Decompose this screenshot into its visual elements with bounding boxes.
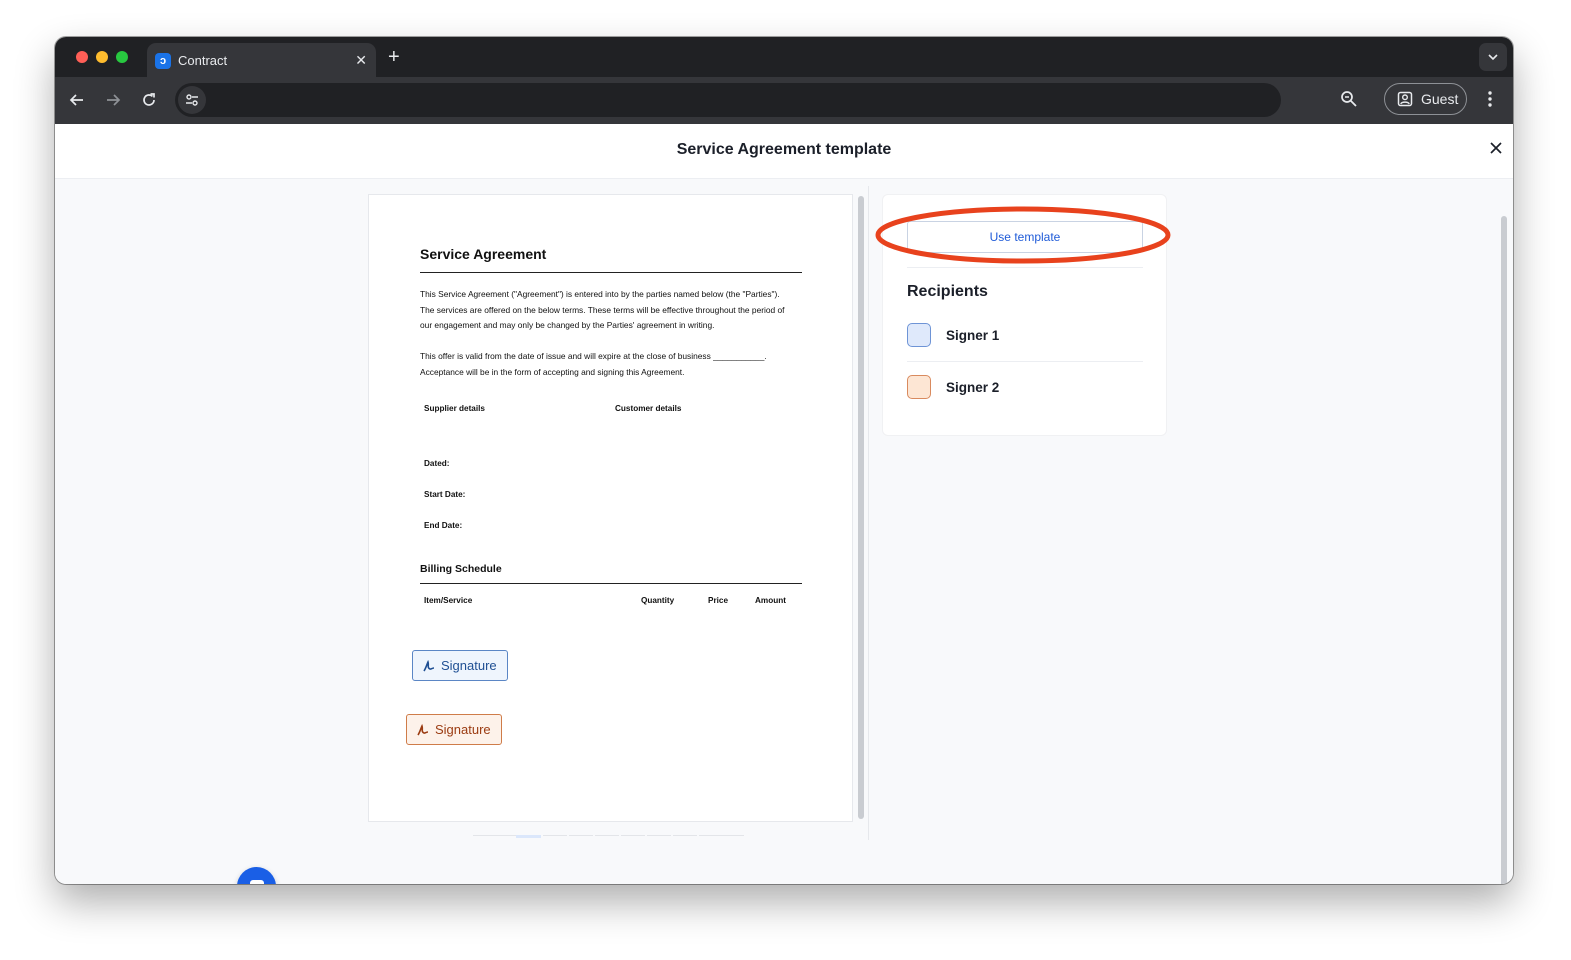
browser-toolbar: Guest: [55, 77, 1513, 124]
signature-field-signer-1[interactable]: Signature: [412, 650, 508, 681]
close-window-button[interactable]: [76, 51, 88, 63]
tab-title: Contract: [178, 53, 228, 68]
page-thumbnail[interactable]: [647, 835, 671, 840]
arrow-right-icon: [107, 94, 121, 106]
more-vert-icon[interactable]: [1483, 89, 1497, 109]
highlight-ellipse-annotation: [875, 206, 1171, 264]
start-date-label: Start Date:: [424, 490, 466, 499]
profile-label: Guest: [1421, 91, 1459, 107]
column-price: Price: [708, 596, 729, 605]
chat-icon: [249, 879, 264, 884]
site-info-button[interactable]: [178, 86, 206, 114]
dated-label: Dated:: [424, 459, 450, 468]
chevron-down-icon: [1488, 54, 1498, 61]
modal-title: Service Agreement template: [676, 141, 892, 158]
browser-tab-contract[interactable]: ɔ Contract ✕: [147, 43, 376, 77]
zoom-window-button[interactable]: [116, 51, 128, 63]
signer-color-swatch: [907, 375, 931, 399]
tab-close-icon[interactable]: ✕: [355, 51, 367, 69]
signer-color-swatch: [907, 323, 931, 347]
intro-line: our engagement and may only be changed b…: [420, 320, 715, 331]
end-date-label: End Date:: [424, 521, 463, 530]
signer-name: Signer 2: [946, 380, 1000, 395]
panel-divider: [868, 186, 869, 840]
reload-button[interactable]: [138, 89, 160, 111]
signer-divider: [907, 361, 1143, 362]
document-title: Service Agreement: [420, 246, 547, 262]
document-preview[interactable]: Service Agreement This Service Agreement…: [368, 194, 853, 822]
supplier-details-label: Supplier details: [424, 404, 485, 413]
arrow-left-icon: [69, 94, 83, 106]
forward-button[interactable]: [102, 89, 124, 111]
tab-strip: ɔ Contract ✕ +: [55, 37, 1513, 77]
page-thumbnail[interactable]: [595, 835, 619, 840]
signature-field-signer-2[interactable]: Signature: [406, 714, 502, 745]
tune-icon: [186, 94, 198, 106]
reload-icon: [143, 93, 155, 106]
intro-paragraph: This Service Agreement ("Agreement") is …: [420, 287, 805, 334]
column-quantity: Quantity: [641, 596, 675, 605]
billing-schedule-title: Billing Schedule: [420, 563, 502, 575]
page-content: Service Agreement template Service Agree…: [55, 124, 1513, 884]
signer-row-2[interactable]: Signer 2: [907, 367, 1143, 407]
person-icon: [1397, 91, 1413, 107]
validity-line: Acceptance will be in the form of accept…: [420, 366, 685, 377]
page-thumbnail[interactable]: [569, 835, 593, 840]
signature-icon: [417, 723, 429, 735]
page-thumbnail[interactable]: [516, 835, 541, 842]
address-bar[interactable]: [175, 83, 1281, 117]
signature-label: Signature: [435, 722, 491, 737]
contract-favicon-icon: ɔ: [155, 53, 171, 69]
page-thumbnail[interactable]: [673, 835, 697, 840]
signer-name: Signer 1: [946, 328, 1000, 343]
tab-search-button[interactable]: [1479, 43, 1507, 71]
minimize-window-button[interactable]: [96, 51, 108, 63]
validity-line: This offer is valid from the date of iss…: [420, 351, 767, 361]
intro-line: This Service Agreement ("Agreement") is …: [420, 289, 780, 299]
page-thumbnail[interactable]: [543, 835, 567, 840]
signature-label: Signature: [441, 658, 497, 673]
title-divider: [420, 272, 802, 273]
page-thumbnails[interactable]: [473, 835, 749, 839]
back-button[interactable]: [66, 89, 88, 111]
chat-launcher-button[interactable]: [237, 867, 276, 884]
browser-window: ɔ Contract ✕ + Guest Service Agreement t…: [55, 37, 1513, 884]
zoom-icon[interactable]: [1340, 90, 1358, 108]
validity-paragraph: This offer is valid from the date of iss…: [420, 349, 805, 380]
page-thumbnail[interactable]: [473, 835, 516, 840]
signature-icon: [423, 659, 435, 671]
billing-divider: [420, 583, 802, 584]
close-icon[interactable]: [1489, 141, 1503, 155]
page-scrollbar[interactable]: [1501, 216, 1507, 884]
column-item-service: Item/Service: [424, 596, 473, 605]
page-thumbnail[interactable]: [699, 835, 744, 840]
recipients-heading: Recipients: [907, 283, 988, 300]
document-scrollbar[interactable]: [858, 196, 864, 819]
intro-line: The services are offered on the below te…: [420, 304, 785, 315]
column-amount: Amount: [755, 596, 786, 605]
modal-header: Service Agreement template: [55, 124, 1513, 179]
new-tab-button[interactable]: +: [388, 45, 400, 69]
card-divider: [907, 267, 1143, 268]
signer-row-1[interactable]: Signer 1: [907, 315, 1143, 355]
customer-details-label: Customer details: [615, 404, 682, 413]
guest-profile-button[interactable]: Guest: [1384, 83, 1467, 115]
page-thumbnail[interactable]: [621, 835, 645, 840]
